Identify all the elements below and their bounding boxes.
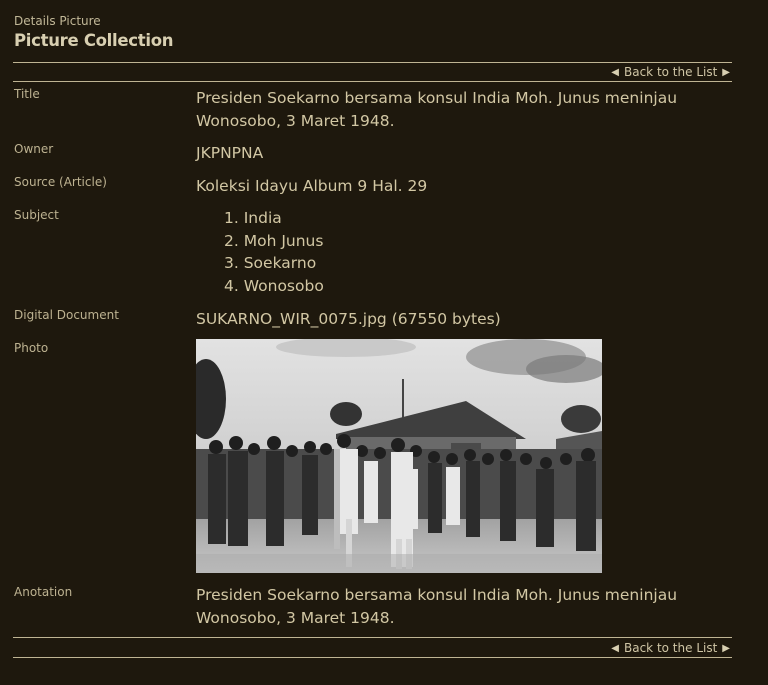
subject-item: 4. Wonosobo (224, 277, 324, 296)
digital-document-label: Digital Document (14, 308, 119, 322)
details-page: Details Picture Picture Collection ◀ Bac… (0, 0, 768, 685)
page-title: Picture Collection (14, 31, 174, 50)
digital-document-value: SUKARNO_WIR_0075.jpg (67550 bytes) (196, 310, 501, 328)
archival-photo[interactable] (196, 339, 602, 573)
photo-label: Photo (14, 341, 49, 355)
back-to-list-link-top[interactable]: ◀ Back to the List ▶ (611, 65, 730, 79)
top-divider (13, 62, 732, 63)
subject-item: 1. India (224, 209, 282, 227)
owner-label: Owner (14, 142, 54, 156)
source-label: Source (Article) (14, 175, 107, 189)
back-to-list-link-bottom[interactable]: ◀ Back to the List ▶ (611, 641, 730, 655)
header-bottom-divider (13, 81, 732, 82)
back-to-list-label: Back to the List (624, 65, 718, 79)
subject-list: 1. India 2. Moh Junus 3. Soekarno 4. Won… (224, 207, 324, 298)
triangle-left-icon: ◀ (611, 66, 619, 78)
footer-top-divider (13, 637, 732, 638)
owner-value: JKPNPNA (196, 144, 264, 162)
subject-item: 3. Soekarno (224, 254, 317, 273)
anotation-value: Presiden Soekarno bersama konsul India M… (196, 586, 678, 627)
title-label: Title (14, 87, 40, 101)
back-to-list-label: Back to the List (624, 641, 718, 655)
subject-item: 2. Moh Junus (224, 231, 324, 250)
triangle-right-icon: ▶ (722, 66, 730, 78)
source-value: Koleksi Idayu Album 9 Hal. 29 (196, 177, 428, 195)
title-value: Presiden Soekarno bersama konsul India M… (196, 89, 678, 130)
page-subtitle: Details Picture (14, 14, 101, 28)
subject-label: Subject (14, 208, 59, 222)
footer-bottom-divider (13, 657, 732, 658)
anotation-label: Anotation (14, 585, 73, 599)
triangle-right-icon: ▶ (722, 642, 730, 654)
triangle-left-icon: ◀ (611, 642, 619, 654)
